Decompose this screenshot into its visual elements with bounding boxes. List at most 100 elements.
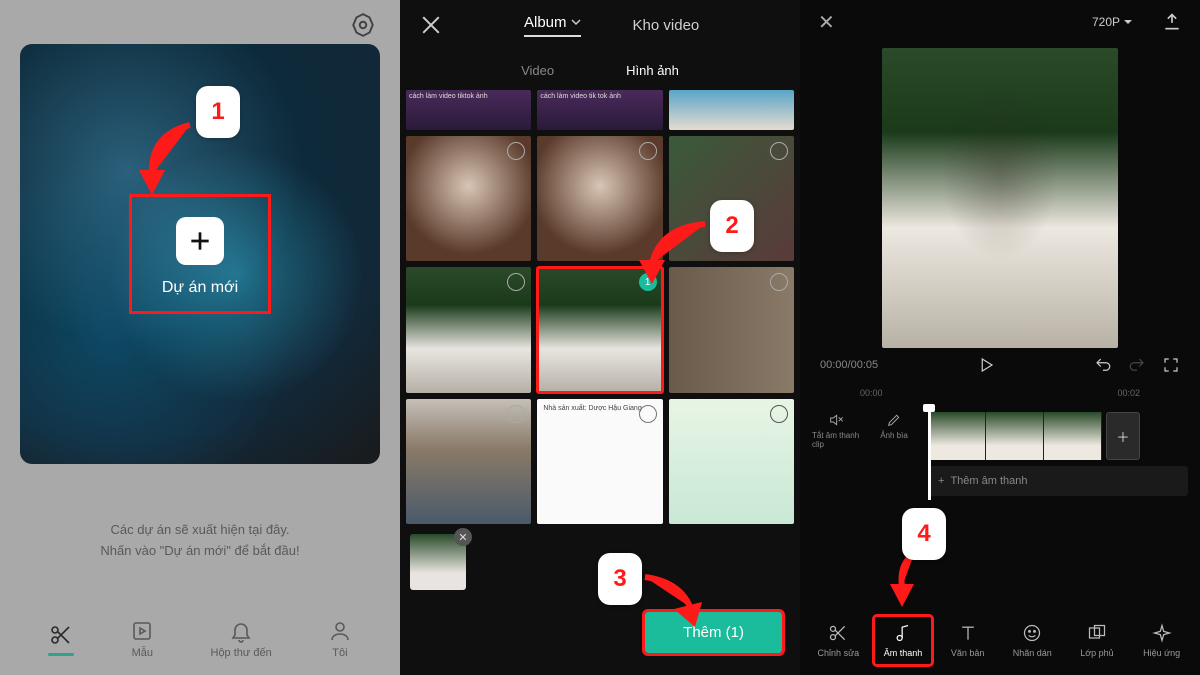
thumb[interactable]: Nhà sản xuất: Dược Hậu Giang (537, 399, 662, 524)
thumb[interactable] (406, 267, 531, 392)
tab-album[interactable]: Album (524, 14, 581, 37)
bottom-tabbar: Mẫu Hộp thư đến Tôi (20, 607, 380, 675)
tab-underline (48, 653, 74, 656)
audio-lane[interactable]: + Thêm âm thanh (928, 466, 1188, 496)
preview-canvas[interactable] (882, 48, 1118, 348)
tool-label: Chỉnh sửa (818, 648, 860, 658)
tool-label: Ảnh bìa (880, 431, 908, 440)
settings-icon[interactable] (350, 12, 376, 38)
select-ring (639, 142, 657, 160)
thumb[interactable]: cách làm video tik tok ảnh (537, 90, 662, 130)
clip-frame (928, 412, 986, 460)
redo-icon[interactable] (1128, 356, 1146, 374)
tool-label: Văn bản (951, 648, 985, 658)
subtab-video[interactable]: Video (521, 63, 554, 78)
tool-label: Âm thanh (884, 648, 923, 658)
export-icon[interactable] (1162, 12, 1182, 32)
picked-item[interactable]: ✕ (410, 534, 466, 590)
video-lane[interactable]: ＋ (928, 412, 1188, 460)
mute-clip-button[interactable]: Tắt âm thanh clip (812, 412, 860, 449)
doc-text: Nhà sản xuất: Dược Hậu Giang (543, 405, 641, 412)
transport-bar: 00:00/00:05 (800, 348, 1200, 382)
editor-toolbar: Chỉnh sửa Âm thanh Văn bản Nhãn dán Lớp … (800, 605, 1200, 675)
close-icon[interactable] (420, 14, 442, 36)
new-project-label: Dự án mới (162, 279, 238, 297)
caption-line: Các dự án sẽ xuất hiện tại đây. (20, 520, 380, 541)
add-clip-button[interactable]: ＋ (1106, 412, 1140, 460)
chevron-down-icon (571, 17, 581, 27)
select-ring (639, 405, 657, 423)
tool-audio[interactable]: Âm thanh (875, 617, 931, 664)
playhead[interactable] (928, 408, 931, 500)
remove-icon[interactable]: ✕ (454, 528, 472, 546)
text-icon (958, 623, 978, 643)
caret-down-icon (1124, 18, 1132, 26)
thumb[interactable] (669, 399, 794, 524)
home-topbar (20, 12, 380, 38)
panel-editor: ✕ 720P 00:00/00:05 00:00 00:02 Tắt âm th… (800, 0, 1200, 675)
music-note-icon (893, 623, 913, 643)
callout-number: 1 (211, 98, 224, 126)
arrow-icon (640, 572, 710, 627)
plus-icon: + (938, 475, 944, 487)
tab-label: Tôi (332, 647, 347, 659)
callout-number: 4 (917, 520, 930, 548)
select-ring (507, 142, 525, 160)
cover-button[interactable]: Ảnh bìa (870, 412, 918, 440)
callout-number: 3 (613, 565, 626, 593)
resolution-select[interactable]: 720P (1092, 15, 1132, 29)
thumb[interactable]: cách làm video tiktok ảnh (406, 90, 531, 130)
play-icon[interactable] (977, 356, 995, 374)
thumb-selected[interactable]: 1 (537, 267, 662, 392)
tool-overlay[interactable]: Lớp phủ (1069, 623, 1125, 658)
tab-edit[interactable] (48, 623, 74, 656)
caption-line: Nhấn vào "Dự án mới" để bắt đầu! (20, 541, 380, 562)
editor-topbar: ✕ 720P (800, 0, 1200, 44)
thumb[interactable] (669, 267, 794, 392)
callout-1: 1 (196, 86, 240, 138)
tab-inbox[interactable]: Hộp thư đến (211, 619, 272, 659)
tab-label: Hộp thư đến (211, 647, 272, 659)
subtab-image[interactable]: Hình ảnh (626, 63, 679, 78)
tool-label: Hiệu ứng (1143, 648, 1180, 658)
arrow-icon (630, 216, 710, 286)
clip-lanes: ＋ + Thêm âm thanh (928, 412, 1188, 496)
undo-icon[interactable] (1094, 356, 1112, 374)
bell-icon (229, 619, 253, 643)
close-icon[interactable]: ✕ (818, 10, 835, 35)
sparkle-icon (1152, 623, 1172, 643)
picker-topbar: Album Kho video (400, 0, 800, 50)
thumb[interactable] (669, 90, 794, 130)
tab-me[interactable]: Tôi (328, 619, 352, 659)
callout-4: 4 (902, 508, 946, 560)
plus-icon (176, 217, 224, 265)
clip-frame (1044, 412, 1102, 460)
add-audio-label: Thêm âm thanh (950, 475, 1027, 487)
select-ring (770, 142, 788, 160)
select-ring (770, 273, 788, 291)
callout-3: 3 (598, 553, 642, 605)
tab-label: Album (524, 14, 567, 31)
callout-2: 2 (710, 200, 754, 252)
pencil-icon (886, 412, 902, 428)
user-icon (328, 619, 352, 643)
overlay-icon (1087, 623, 1107, 643)
tab-stock[interactable]: Kho video (633, 17, 700, 34)
thumb[interactable] (406, 136, 531, 261)
fullscreen-icon[interactable] (1162, 356, 1180, 374)
media-grid: 1 Nhà sản xuất: Dược Hậu Giang (400, 136, 800, 524)
ruler-tick: 00:02 (1117, 388, 1140, 398)
tool-text[interactable]: Văn bản (940, 623, 996, 658)
select-ring (507, 273, 525, 291)
thumb[interactable] (406, 399, 531, 524)
new-project-button[interactable]: Dự án mới (129, 194, 271, 314)
tool-sticker[interactable]: Nhãn dán (1004, 623, 1060, 658)
tool-effect[interactable]: Hiệu ứng (1134, 623, 1190, 658)
ruler-tick: 00:00 (860, 388, 883, 398)
tab-label: Mẫu (132, 647, 153, 659)
tool-edit[interactable]: Chỉnh sửa (810, 623, 866, 658)
tool-label: Lớp phủ (1080, 648, 1113, 658)
tab-templates[interactable]: Mẫu (130, 619, 154, 659)
select-ring (770, 405, 788, 423)
callout-number: 2 (725, 212, 738, 240)
